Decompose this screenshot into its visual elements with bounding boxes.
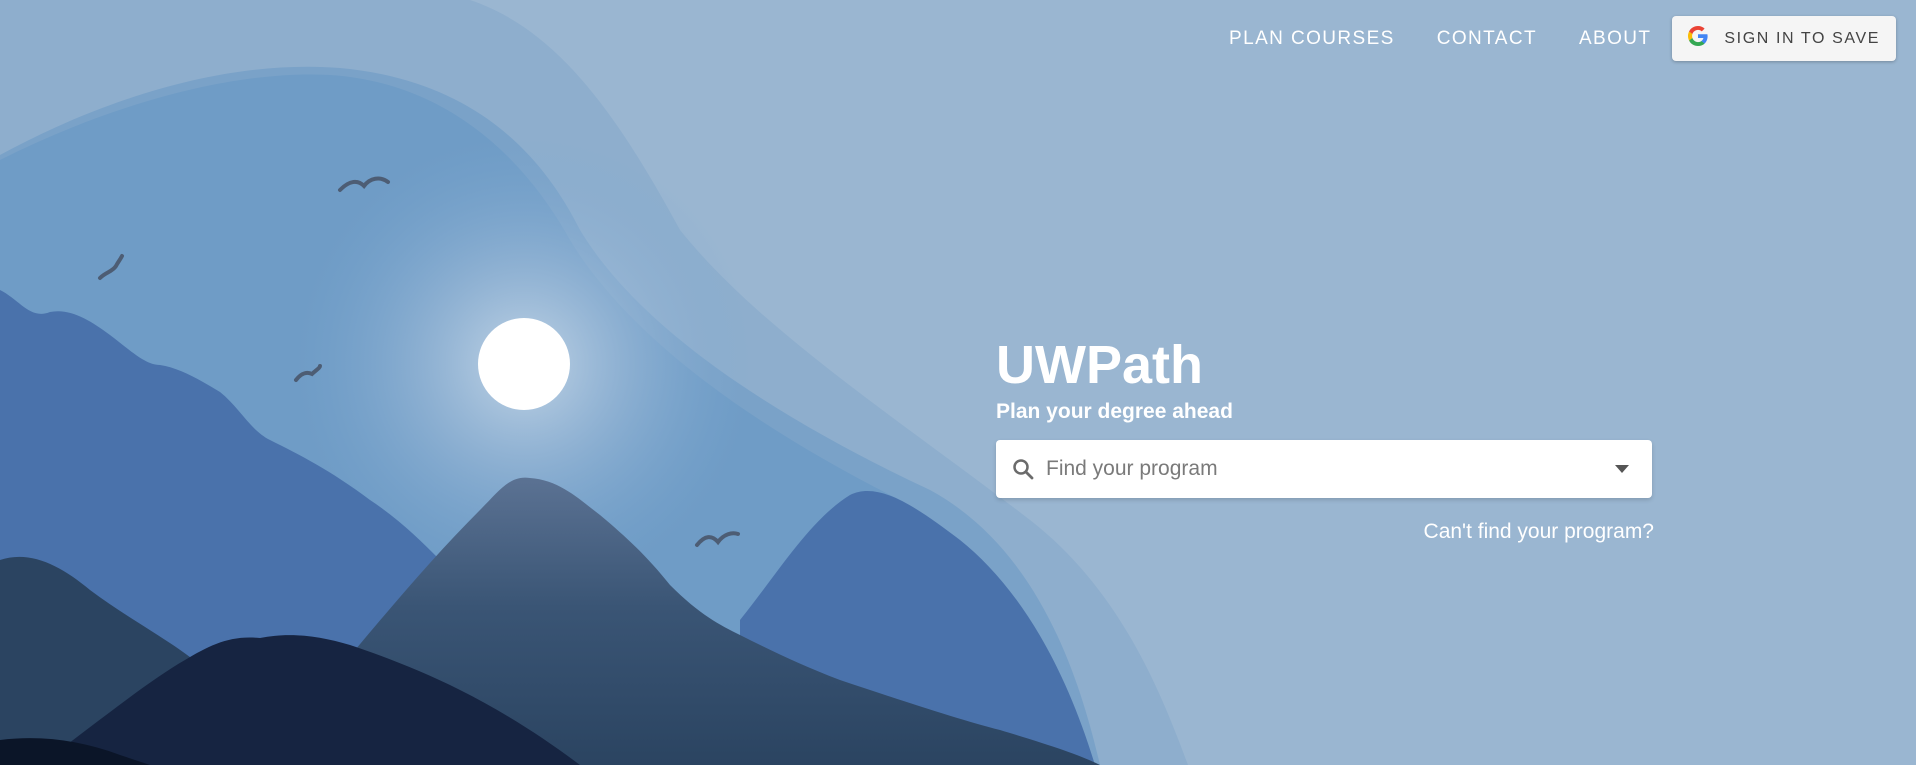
landing-page: PLAN COURSES CONTACT ABOUT SIGN IN TO SA… (0, 0, 1916, 765)
sign-in-button[interactable]: SIGN IN TO SAVE (1672, 16, 1896, 61)
search-icon (1010, 456, 1036, 482)
search-placeholder: Find your program (1046, 457, 1218, 480)
hero-section: UWPath Plan your degree ahead Find your … (996, 334, 1654, 544)
nav-contact-link[interactable]: CONTACT (1416, 18, 1558, 60)
nav-about-link[interactable]: ABOUT (1558, 18, 1672, 60)
top-navigation: PLAN COURSES CONTACT ABOUT SIGN IN TO SA… (1208, 16, 1896, 61)
sun (478, 318, 570, 410)
cant-find-program-link[interactable]: Can't find your program? (996, 520, 1654, 544)
sign-in-label: SIGN IN TO SAVE (1724, 29, 1880, 47)
page-title: UWPath (996, 335, 1203, 395)
nav-plan-courses-link[interactable]: PLAN COURSES (1208, 18, 1416, 60)
caret-down-icon[interactable] (1612, 459, 1632, 479)
google-icon (1686, 24, 1710, 53)
program-search-input[interactable]: Find your program (996, 440, 1652, 498)
page-subtitle: Plan your degree ahead (996, 400, 1233, 423)
